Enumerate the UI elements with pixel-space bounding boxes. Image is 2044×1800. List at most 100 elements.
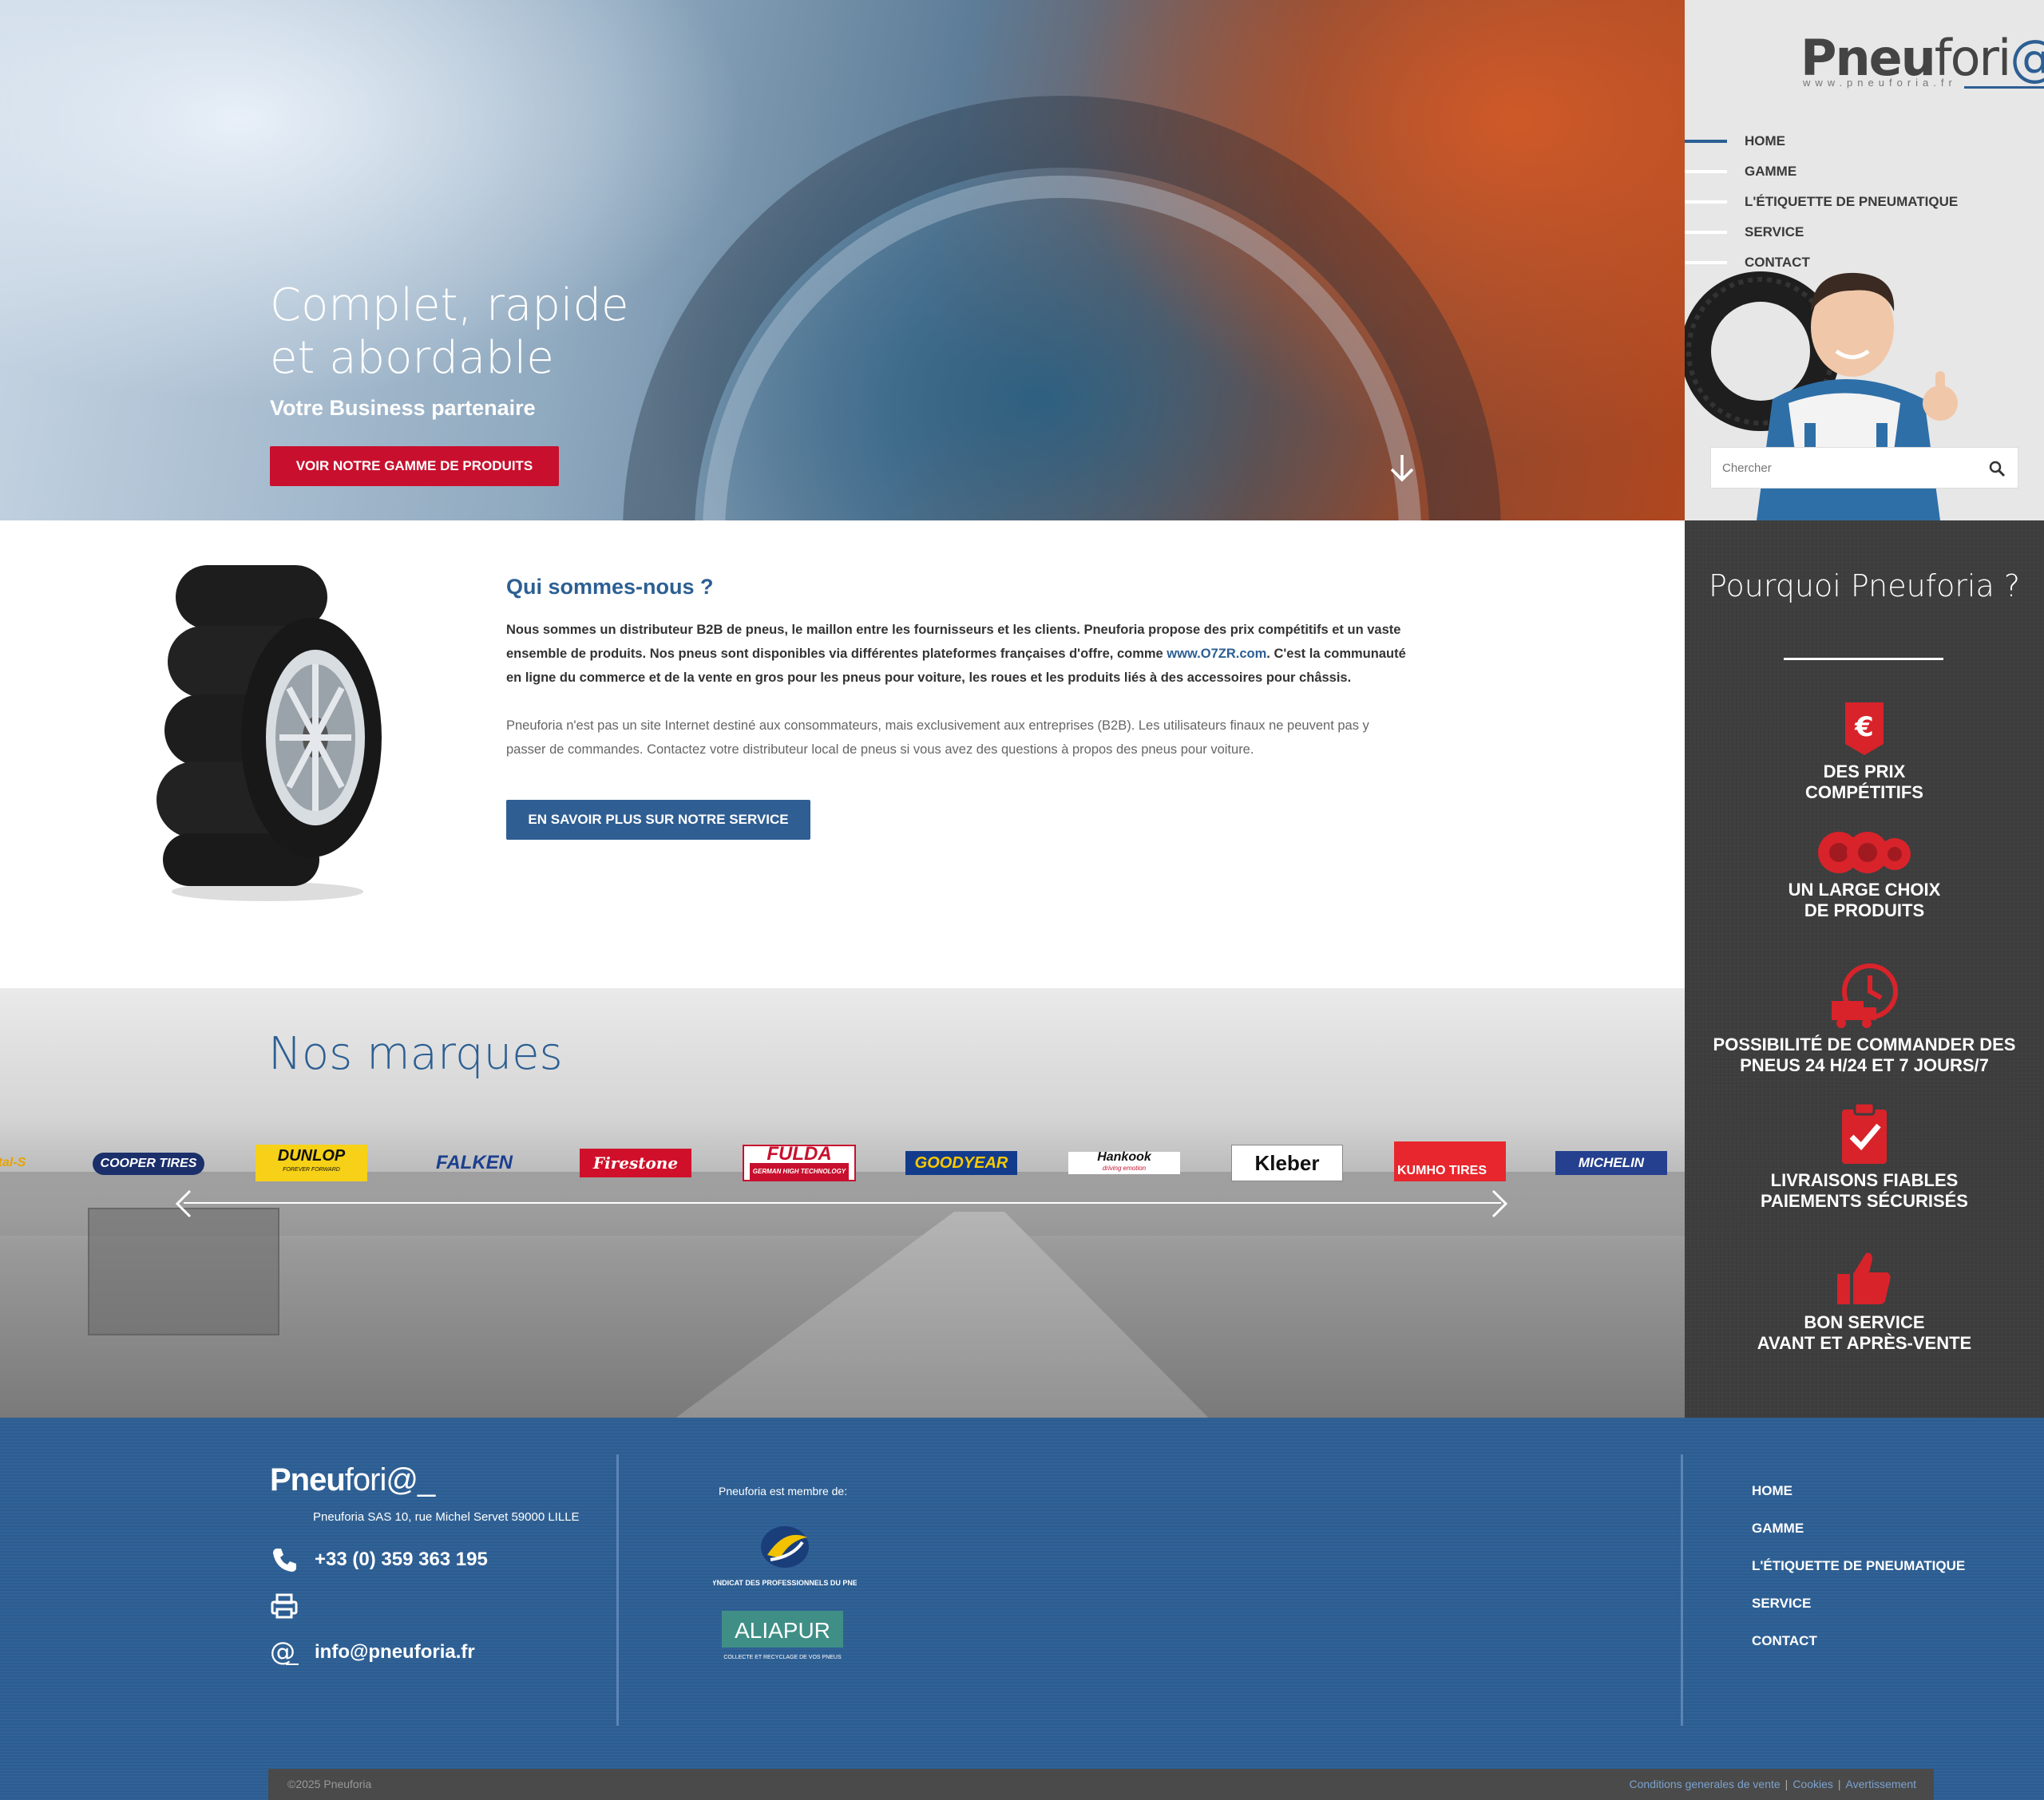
- footer-nav-gamme[interactable]: GAMME: [1752, 1521, 1965, 1558]
- carousel-next-icon[interactable]: [1490, 1188, 1509, 1220]
- printer-icon: [271, 1593, 298, 1619]
- product-range-button[interactable]: VOIR NOTRE GAMME DE PRODUITS: [270, 446, 559, 486]
- scroll-down-arrow-icon[interactable]: [1388, 453, 1416, 482]
- search-box: [1710, 447, 2018, 489]
- hero-banner: Complet, rapide et abordable Votre Busin…: [0, 0, 1685, 520]
- cookies-link[interactable]: Cookies: [1792, 1778, 1833, 1790]
- nav-item-home[interactable]: HOME: [1685, 126, 1958, 156]
- legal-links: Conditions generales de vente | Cookies | Av…: [1630, 1778, 1916, 1790]
- why-pneuforia-panel: Pourquoi Pneuforia ? € DES PRIX COMPÉTITI…: [1685, 520, 2044, 1418]
- brand-name: FULDA: [766, 1143, 832, 1165]
- brand-logo-goodyear[interactable]: GOODYEAR: [905, 1151, 1017, 1175]
- why-divider: [1784, 658, 1943, 660]
- footer-divider: [616, 1454, 619, 1726]
- feature-line1: LIVRAISONS FIABLES: [1770, 1170, 1959, 1190]
- o7zr-link[interactable]: www.O7ZR.com: [1167, 647, 1266, 661]
- svg-text:@: @: [270, 1638, 295, 1667]
- brand-logo-hankook[interactable]: Hankook driving emotion: [1068, 1151, 1180, 1174]
- footer-nav-contact[interactable]: CONTACT: [1752, 1633, 1965, 1671]
- feature-choice: UN LARGE CHOIX DE PRODUITS: [1685, 830, 2044, 921]
- brand-logo-falken[interactable]: FALKEN: [418, 1145, 530, 1181]
- brand-tagline: driving emotion: [1102, 1165, 1147, 1172]
- disclaimer-link[interactable]: Avertissement: [1846, 1778, 1916, 1790]
- background-road-sign: [88, 1208, 279, 1335]
- feature-line2: DE PRODUITS: [1804, 900, 1925, 920]
- brand-logo-firestone[interactable]: Firestone: [580, 1149, 691, 1177]
- brand-logo-fulda[interactable]: FULDA GERMAN HIGH TECHNOLOGY: [743, 1145, 856, 1181]
- aliapur-logo[interactable]: ALIAPUR COLLECTE ET RECYCLAGE DE VOS PNE…: [719, 1609, 846, 1662]
- brand-name: KUMHO TIRES: [1397, 1164, 1487, 1177]
- feature-text: DES PRIX COMPÉTITIFS: [1685, 762, 2044, 803]
- brand-logo-cooper[interactable]: COOPER TIRES: [93, 1153, 204, 1175]
- footer-nav-service[interactable]: SERVICE: [1752, 1596, 1965, 1633]
- copyright-bar: ©2025 Pneuforia Conditions generales de …: [268, 1769, 1934, 1800]
- brand-logo-dunlop[interactable]: DUNLOP FOREVER FORWARD: [256, 1145, 367, 1181]
- brands-title: Nos marques: [268, 1028, 563, 1080]
- nav-label: L'ÉTIQUETTE DE PNEUMATIQUE: [1745, 194, 1959, 209]
- link-separator: |: [1837, 1778, 1841, 1790]
- copyright-text: ©2025 Pneuforia: [287, 1778, 372, 1790]
- tyres-icon: [1818, 832, 1911, 873]
- feature-ordering: POSSIBILITÉ DE COMMANDER DES PNEUS 24 H/2…: [1685, 963, 2044, 1076]
- brand-name: FALKEN: [436, 1152, 513, 1173]
- feature-line2: PAIEMENTS SÉCURISÉS: [1761, 1191, 1968, 1211]
- feature-text: BON SERVICE AVANT ET APRÈS-VENTE: [1685, 1312, 2044, 1354]
- brand-name: COOPER TIRES: [100, 1157, 197, 1170]
- brand-logo-kleber[interactable]: Kleber: [1231, 1145, 1343, 1181]
- footer-nav: HOME GAMME L'ÉTIQUETTE DE PNEUMATIQUE SE…: [1752, 1483, 1965, 1671]
- nav-bar: [1685, 231, 1727, 234]
- brand-logo-partial[interactable]: tal-S: [0, 1145, 32, 1181]
- brand-name: GOODYEAR: [914, 1153, 1008, 1172]
- carousel-prev-icon[interactable]: [174, 1188, 193, 1220]
- footer-fax: [270, 1592, 315, 1620]
- nav-item-etiquette[interactable]: L'ÉTIQUETTE DE PNEUMATIQUE: [1685, 187, 1958, 217]
- service-info-button[interactable]: EN SAVOIR PLUS SUR NOTRE SERVICE: [506, 800, 810, 840]
- clipboard-check-icon: [1842, 1102, 1887, 1164]
- feature-line2: COMPÉTITIFS: [1805, 782, 1923, 802]
- brand-logo-michelin[interactable]: MICHELIN: [1555, 1151, 1667, 1175]
- feature-line1: UN LARGE CHOIX: [1788, 880, 1941, 900]
- brand-tagline: FOREVER FORWARD: [283, 1167, 340, 1173]
- background-highway: [631, 1212, 1242, 1418]
- footer-nav-etiquette[interactable]: L'ÉTIQUETTE DE PNEUMATIQUE: [1752, 1558, 1965, 1596]
- spp-logo[interactable]: SYNDICAT DES PROFESSIONNELS DU PNEU: [713, 1520, 857, 1592]
- nav-bar: [1685, 140, 1727, 143]
- email-address[interactable]: info@pneuforia.fr: [315, 1641, 475, 1664]
- brand-name: DUNLOP: [277, 1147, 346, 1165]
- footer-nav-home[interactable]: HOME: [1752, 1483, 1965, 1521]
- about-paragraph-1: Nous sommes un distributeur B2B de pneus…: [506, 618, 1408, 690]
- feature-line1: DES PRIX: [1823, 762, 1906, 781]
- phone-number[interactable]: +33 (0) 359 363 195: [315, 1549, 488, 1571]
- link-separator: |: [1785, 1778, 1788, 1790]
- feature-line1: POSSIBILITÉ DE COMMANDER DES: [1713, 1035, 2016, 1054]
- hero-subtitle: Votre Business partenaire: [270, 396, 536, 420]
- nav-item-service[interactable]: SERVICE: [1685, 217, 1958, 247]
- nav-item-gamme[interactable]: GAMME: [1685, 156, 1958, 187]
- feature-text: LIVRAISONS FIABLES PAIEMENTS SÉCURISÉS: [1685, 1170, 2044, 1212]
- logo-url: www.pneuforia.fr: [1803, 77, 1957, 89]
- feature-prices: € DES PRIX COMPÉTITIFS: [1685, 701, 2044, 803]
- footer-logo-light: fori@_: [344, 1462, 435, 1497]
- phone-icon: [273, 1549, 296, 1572]
- brand-logo-kumho[interactable]: KUMHO TIRES: [1394, 1141, 1506, 1181]
- footer-logo[interactable]: Pneufori@_: [270, 1462, 435, 1498]
- tyre-stack-image: [156, 565, 382, 901]
- side-panel: Pneufori@ www.pneuforia.fr HOME GAMME L'…: [1685, 0, 2044, 520]
- brand-carousel: tal-S COOPER TIRES DUNLOP FOREVER FORWARD…: [0, 1141, 1685, 1193]
- aliapur-label: ALIAPUR: [735, 1618, 830, 1643]
- brands-section: Nos marques tal-S COOPER TIRES DUNLOP FOR…: [0, 988, 1685, 1418]
- at-icon: @: [270, 1638, 299, 1667]
- euro-tag-icon: €: [1845, 702, 1884, 755]
- search-icon[interactable]: [1987, 459, 2006, 478]
- spp-label: SYNDICAT DES PROFESSIONNELS DU PNEU: [713, 1579, 857, 1587]
- brand-tagline: GERMAN HIGH TECHNOLOGY: [749, 1163, 850, 1181]
- footer: Pneufori@_ Pneuforia SAS 10, rue Michel …: [0, 1418, 2044, 1800]
- aliapur-tagline: COLLECTE ET RECYCLAGE DE VOS PNEUS: [723, 1655, 842, 1660]
- nav-label: HOME: [1745, 133, 1785, 148]
- svg-text:€: €: [1854, 711, 1874, 743]
- about-section: Qui sommes-nous ? Nous sommes un distrib…: [0, 520, 1685, 988]
- search-input[interactable]: [1711, 461, 1967, 475]
- cgv-link[interactable]: Conditions generales de vente: [1630, 1778, 1781, 1790]
- main-nav: HOME GAMME L'ÉTIQUETTE DE PNEUMATIQUE SE…: [1685, 126, 1958, 278]
- feature-text: POSSIBILITÉ DE COMMANDER DES PNEUS 24 H/2…: [1685, 1035, 2044, 1076]
